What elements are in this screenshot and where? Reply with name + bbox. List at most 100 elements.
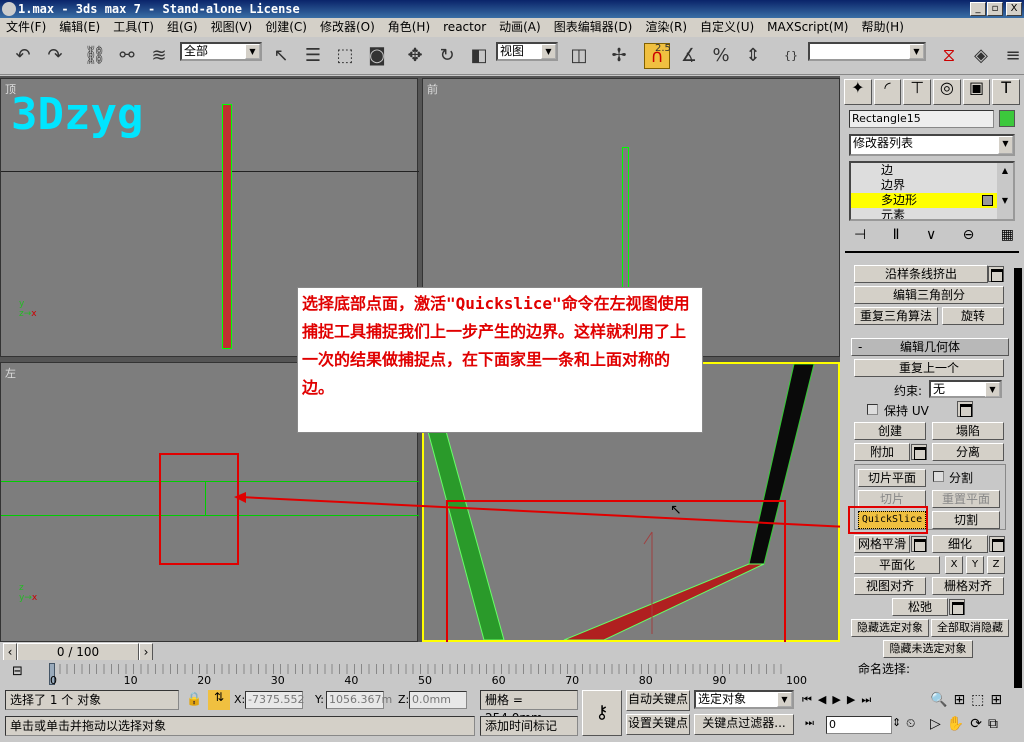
settings-icon[interactable] xyxy=(911,444,927,460)
modify-tab-icon[interactable]: ◜ xyxy=(873,79,902,105)
percent-snap-icon[interactable]: % xyxy=(708,43,734,69)
zoom-extents-icon[interactable]: ⬚ xyxy=(971,692,990,708)
rotate-icon[interactable]: ↻ xyxy=(434,43,460,69)
minimize-button[interactable]: _ xyxy=(970,2,986,16)
absolute-mode-icon[interactable]: ⇅ xyxy=(208,690,230,710)
undo-icon[interactable]: ↶ xyxy=(10,43,36,69)
edit-named-selection-icon[interactable]: {} xyxy=(778,43,804,69)
planar-y-button[interactable]: Y xyxy=(966,556,984,574)
named-selection-dropdown[interactable]: ▼ xyxy=(808,42,926,61)
layers-icon[interactable]: ≡ xyxy=(1000,43,1024,69)
settings-icon[interactable] xyxy=(988,266,1004,282)
add-time-tag[interactable]: 添加时间标记 xyxy=(480,716,578,736)
mirror-icon[interactable]: ⧖ xyxy=(936,43,962,69)
modifier-list-dropdown[interactable]: 修改器列表 ▼ xyxy=(849,134,1015,156)
key-mode-toggle-icon[interactable]: ⏭ xyxy=(805,718,814,729)
time-slider[interactable]: 0 / 100 xyxy=(17,643,139,661)
redo-icon[interactable]: ↷ xyxy=(42,43,68,69)
retriangulate-button[interactable]: 重复三角算法 xyxy=(854,307,938,325)
show-end-result-icon[interactable]: Ⅱ xyxy=(893,227,900,243)
menu-maxscript[interactable]: MAXScript(M) xyxy=(767,18,848,37)
object-name-input[interactable]: Rectangle15 xyxy=(849,110,994,128)
extrude-along-spline-button[interactable]: 沿样条线挤出 xyxy=(854,265,988,283)
angle-snap-icon[interactable]: ∡ xyxy=(676,43,702,69)
panel-scrollbar[interactable] xyxy=(1014,268,1022,723)
orbit-icon[interactable]: ⟳ xyxy=(970,716,988,732)
set-key-icon[interactable]: ⚷ xyxy=(582,690,622,736)
menu-rendering[interactable]: 渲染(R) xyxy=(645,18,687,37)
select-icon[interactable]: ↖ xyxy=(268,43,294,69)
next-key-icon[interactable]: ▶ xyxy=(847,693,861,706)
attach-button[interactable]: 附加 xyxy=(854,443,910,461)
settings-icon[interactable] xyxy=(911,536,927,552)
lock-icon[interactable]: 🔒 xyxy=(186,692,202,707)
cut-button[interactable]: 切割 xyxy=(932,511,1000,529)
snap-toggle-button[interactable]: 2.5 ∩ xyxy=(644,43,671,69)
utilities-tab-icon[interactable]: T xyxy=(992,79,1021,105)
pivot-center-icon[interactable]: ◫ xyxy=(566,43,592,69)
selection-filter-dropdown[interactable]: 全部 ▼ xyxy=(180,42,262,61)
menu-tools[interactable]: 工具(T) xyxy=(113,18,154,37)
prev-frame-icon[interactable]: ‹ xyxy=(3,643,17,661)
maximize-viewport-icon[interactable]: ⧉ xyxy=(988,716,1004,732)
display-tab-icon[interactable]: ▣ xyxy=(962,79,991,105)
settings-icon[interactable] xyxy=(989,536,1005,552)
spinner-snap-icon[interactable]: ⇕ xyxy=(740,43,766,69)
window-crossing-icon[interactable]: ◙ xyxy=(364,43,390,69)
scale-icon[interactable]: ◧ xyxy=(466,43,492,69)
y-coordinate-input[interactable]: 1056.367m xyxy=(326,691,392,709)
meshsmooth-button[interactable]: 网格平滑 xyxy=(854,535,910,553)
remove-modifier-icon[interactable]: ⊖ xyxy=(963,227,975,243)
make-unique-icon[interactable]: ∨ xyxy=(926,227,936,243)
slice-plane-button[interactable]: 切片平面 xyxy=(858,469,926,487)
link-icon[interactable]: ⛓ xyxy=(82,43,108,69)
view-align-button[interactable]: 视图对齐 xyxy=(854,577,926,595)
settings-icon[interactable] xyxy=(957,401,973,417)
stack-item-edge[interactable]: 边 xyxy=(851,163,1013,178)
hide-unselected-button[interactable]: 隐藏未选定对象 xyxy=(883,640,973,658)
turn-button[interactable]: 旋转 xyxy=(942,307,1004,325)
detach-button[interactable]: 分离 xyxy=(932,443,1004,461)
unlink-icon[interactable]: ⚯ xyxy=(114,43,140,69)
fov-icon[interactable]: ▷ xyxy=(930,716,947,732)
make-planar-button[interactable]: 平面化 xyxy=(854,556,940,574)
object-color-swatch[interactable] xyxy=(999,110,1015,127)
edit-triangulation-button[interactable]: 编辑三角剖分 xyxy=(854,286,1004,304)
prev-key-icon[interactable]: ◀ xyxy=(818,693,832,706)
stack-item-border[interactable]: 边界 xyxy=(851,178,1013,193)
pan-icon[interactable]: ✋ xyxy=(947,716,970,732)
pin-stack-icon[interactable]: ⊣ xyxy=(854,227,866,243)
frame-spinner-icon[interactable]: ⇕ xyxy=(892,716,901,729)
align-icon[interactable]: ◈ xyxy=(968,43,994,69)
tessellate-button[interactable]: 细化 xyxy=(932,535,988,553)
stack-item-polygon[interactable]: 多边形 xyxy=(851,193,999,208)
auto-key-button[interactable]: 自动关键点 xyxy=(626,690,690,711)
hierarchy-tab-icon[interactable]: ⊤ xyxy=(903,79,932,105)
preserve-uv-checkbox[interactable] xyxy=(867,404,878,415)
current-frame-input[interactable]: 0 xyxy=(826,716,892,734)
stack-scrollbar[interactable]: ▲ ▼ xyxy=(997,163,1013,219)
menu-views[interactable]: 视图(V) xyxy=(211,18,253,37)
grid-align-button[interactable]: 栅格对齐 xyxy=(932,577,1004,595)
menu-animation[interactable]: 动画(A) xyxy=(499,18,541,37)
play-icon[interactable]: ▶ xyxy=(832,693,846,706)
rect-selection-icon[interactable]: ⬚ xyxy=(332,43,358,69)
curve-editor-icon[interactable]: ⊟ xyxy=(12,664,23,679)
manipulate-icon[interactable]: ✢ xyxy=(606,43,632,69)
planar-z-button[interactable]: Z xyxy=(987,556,1005,574)
create-tab-icon[interactable]: ✦ xyxy=(844,79,872,105)
z-coordinate-input[interactable]: 0.0mm xyxy=(409,691,467,709)
unhide-all-button[interactable]: 全部取消隐藏 xyxy=(931,619,1009,637)
set-key-button[interactable]: 设置关键点 xyxy=(626,714,690,735)
zoom-icon[interactable]: 🔍 xyxy=(930,692,953,708)
bind-space-warp-icon[interactable]: ≋ xyxy=(146,43,172,69)
reference-coord-dropdown[interactable]: 视图 ▼ xyxy=(496,42,558,61)
menu-customize[interactable]: 自定义(U) xyxy=(700,18,754,37)
hide-selected-button[interactable]: 隐藏选定对象 xyxy=(851,619,929,637)
reset-plane-button[interactable]: 重置平面 xyxy=(932,490,1000,508)
constraint-dropdown[interactable]: 无 ▼ xyxy=(929,380,1002,398)
menu-modifiers[interactable]: 修改器(O) xyxy=(320,18,375,37)
menu-character[interactable]: 角色(H) xyxy=(388,18,430,37)
settings-icon[interactable] xyxy=(949,599,965,615)
zoom-extents-all-icon[interactable]: ⊞ xyxy=(990,692,1008,708)
